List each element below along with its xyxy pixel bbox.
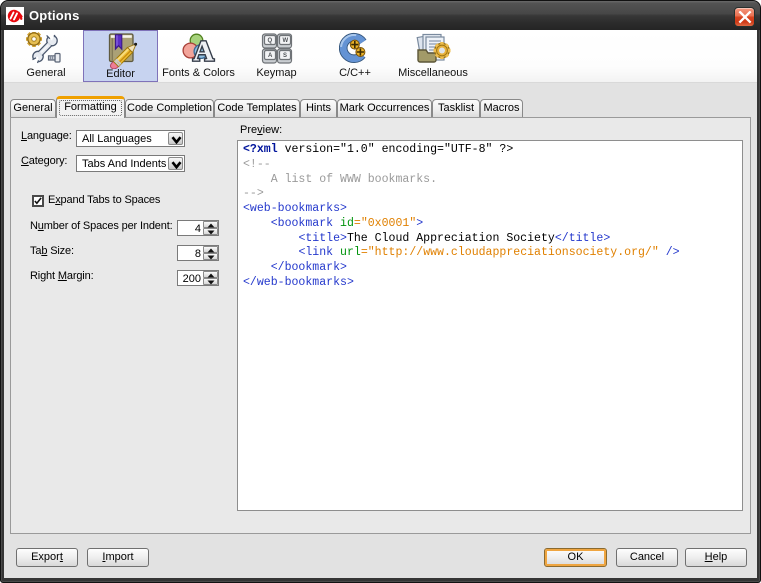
svg-text:W: W: [282, 38, 288, 44]
svg-text:Q: Q: [267, 38, 272, 44]
svg-text:S: S: [283, 53, 287, 59]
svg-text:A: A: [193, 36, 214, 65]
svg-text:A: A: [268, 53, 273, 59]
